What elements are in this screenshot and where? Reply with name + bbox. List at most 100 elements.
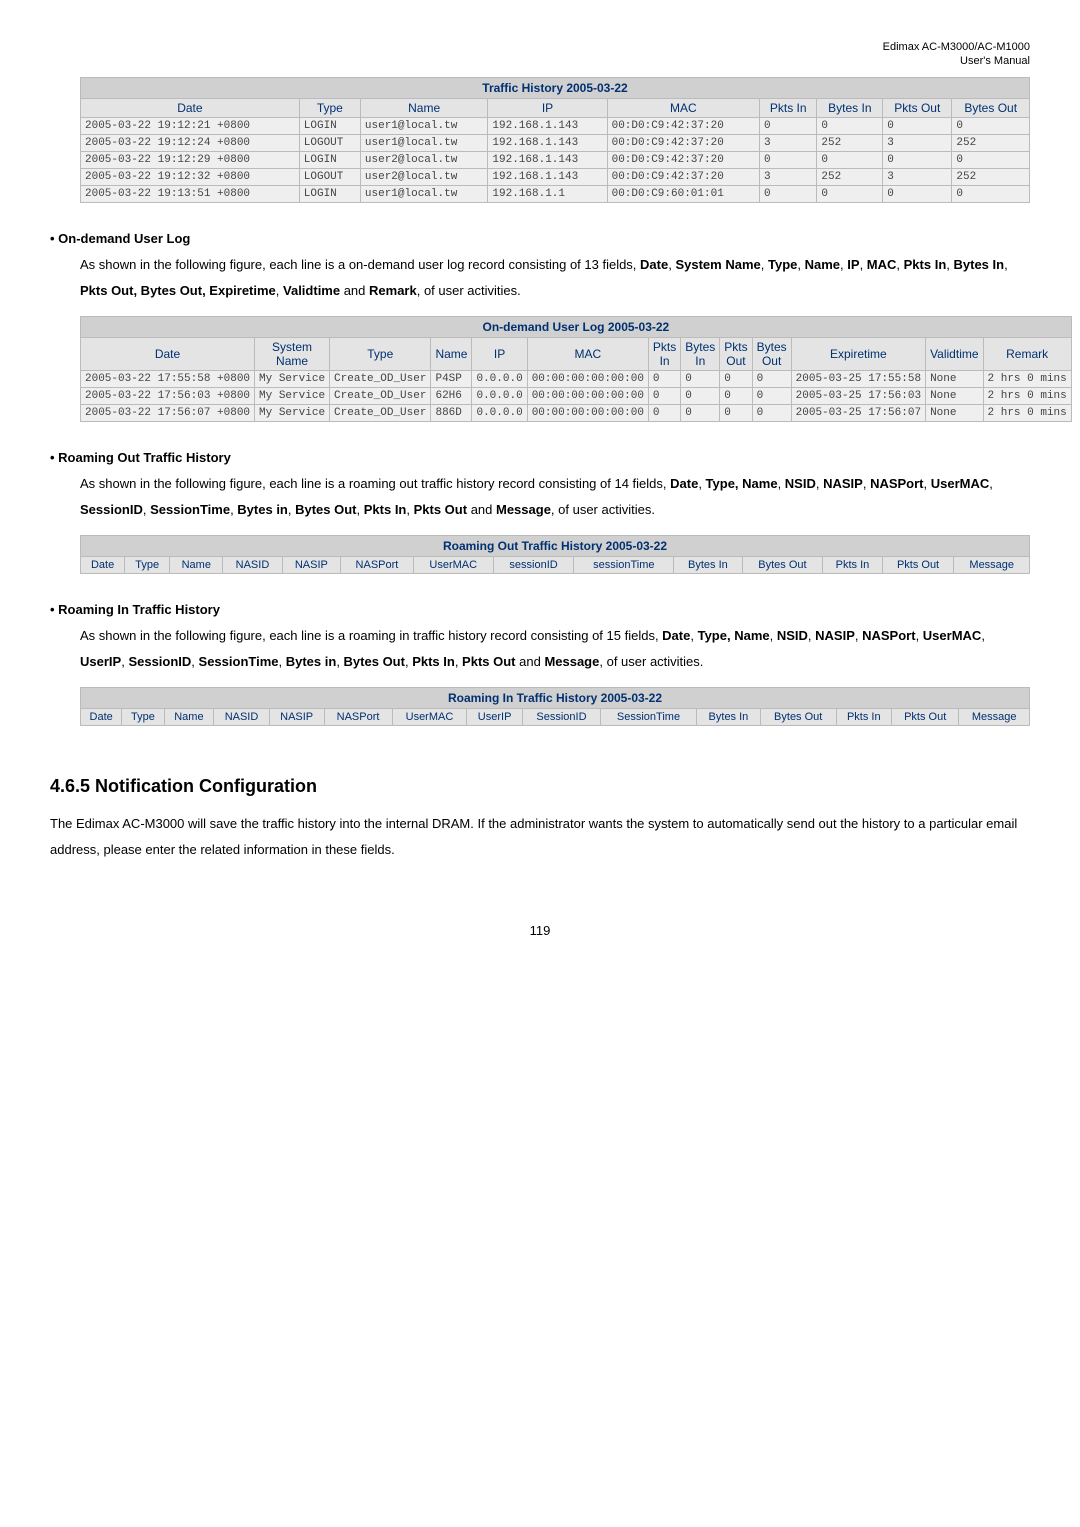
table-row: 2005-03-22 19:12:32 +0800LOGOUTuser2@loc… <box>81 168 1030 185</box>
column-header: Bytes In <box>817 98 883 117</box>
table-cell: LOGIN <box>299 117 360 134</box>
table-cell: None <box>926 387 983 404</box>
table-cell: 0.0.0.0 <box>472 370 527 387</box>
column-header: UserMAC <box>392 708 467 725</box>
column-header: Bytes Out <box>760 708 836 725</box>
table-cell: 0 <box>759 117 816 134</box>
table-cell: 00:00:00:00:00:00 <box>527 370 648 387</box>
column-header: IP <box>488 98 607 117</box>
roaming-in-caption: Roaming In Traffic History 2005-03-22 <box>80 687 1030 708</box>
table-cell: 0 <box>883 185 952 202</box>
column-header: Name <box>170 556 223 573</box>
notification-heading: 4.6.5 Notification Configuration <box>50 776 1030 797</box>
column-header: NASIP <box>269 708 324 725</box>
column-header: Type <box>299 98 360 117</box>
column-header: Date <box>81 708 122 725</box>
column-header: sessionTime <box>574 556 674 573</box>
column-header: Type <box>122 708 164 725</box>
table-cell: 192.168.1.1 <box>488 185 607 202</box>
table-cell: LOGIN <box>299 185 360 202</box>
table-cell: 0 <box>952 117 1030 134</box>
notification-body: The Edimax AC-M3000 will save the traffi… <box>50 811 1030 863</box>
column-header: Date <box>81 337 255 370</box>
table-cell: 0 <box>952 185 1030 202</box>
table-cell: user1@local.tw <box>360 134 488 151</box>
column-header: NASIP <box>282 556 340 573</box>
table-cell: user2@local.tw <box>360 151 488 168</box>
table-cell: 0 <box>720 404 752 421</box>
table-cell: 3 <box>759 134 816 151</box>
table-cell: 0 <box>817 185 883 202</box>
table-cell: 2005-03-22 19:12:24 +0800 <box>81 134 300 151</box>
column-header: UserMAC <box>413 556 493 573</box>
table-cell: LOGIN <box>299 151 360 168</box>
table-cell: 0 <box>752 370 791 387</box>
table-cell: 00:D0:C9:60:01:01 <box>607 185 759 202</box>
column-header: MAC <box>527 337 648 370</box>
column-header: Name <box>431 337 472 370</box>
column-header: MAC <box>607 98 759 117</box>
column-header: NASPort <box>341 556 414 573</box>
column-header: Pkts Out <box>720 337 752 370</box>
column-header: Bytes Out <box>742 556 823 573</box>
column-header: Name <box>360 98 488 117</box>
table-cell: 0 <box>681 387 720 404</box>
column-header: NASID <box>214 708 270 725</box>
table-cell: 0 <box>720 370 752 387</box>
table-cell: 0 <box>759 151 816 168</box>
table-cell: 2005-03-22 19:12:32 +0800 <box>81 168 300 185</box>
table-cell: Create_OD_User <box>330 370 431 387</box>
table-cell: 0.0.0.0 <box>472 404 527 421</box>
header-line1: Edimax AC-M3000/AC-M1000 <box>883 41 1030 53</box>
table-cell: user1@local.tw <box>360 185 488 202</box>
table-cell: 0 <box>681 370 720 387</box>
table-cell: user2@local.tw <box>360 168 488 185</box>
table-cell: 2005-03-25 17:55:58 <box>791 370 925 387</box>
column-header: UserIP <box>467 708 523 725</box>
table-cell: 0 <box>720 387 752 404</box>
column-header: Date <box>81 556 125 573</box>
roaming-out-table: Roaming Out Traffic History 2005-03-22 D… <box>80 535 1030 574</box>
column-header: Date <box>81 98 300 117</box>
table-cell: 0 <box>883 117 952 134</box>
column-header: SessionTime <box>601 708 697 725</box>
on-demand-table: On-demand User Log 2005-03-22 DateSystem… <box>80 316 1072 422</box>
column-header: Validtime <box>926 337 983 370</box>
table-cell: 0 <box>759 185 816 202</box>
column-header: Pkts Out <box>883 98 952 117</box>
table-cell: 2005-03-22 17:55:58 +0800 <box>81 370 255 387</box>
column-header: Bytes In <box>696 708 760 725</box>
table-cell: 00:00:00:00:00:00 <box>527 387 648 404</box>
column-header: System Name <box>255 337 330 370</box>
column-header: Bytes Out <box>952 98 1030 117</box>
column-header: NASPort <box>324 708 392 725</box>
table-cell: 2005-03-22 19:12:21 +0800 <box>81 117 300 134</box>
table-row: 2005-03-22 19:13:51 +0800LOGINuser1@loca… <box>81 185 1030 202</box>
table-cell: user1@local.tw <box>360 117 488 134</box>
column-header: NASID <box>223 556 282 573</box>
column-header: Pkts In <box>836 708 892 725</box>
table-cell: 2005-03-22 19:13:51 +0800 <box>81 185 300 202</box>
table-cell: 62H6 <box>431 387 472 404</box>
table-cell: 0 <box>752 387 791 404</box>
table-cell: 192.168.1.143 <box>488 151 607 168</box>
column-header: Remark <box>983 337 1071 370</box>
table-cell: My Service <box>255 370 330 387</box>
column-header: SessionID <box>522 708 600 725</box>
table-row: 2005-03-22 17:55:58 +0800My ServiceCreat… <box>81 370 1072 387</box>
table-cell: 2 hrs 0 mins <box>983 404 1071 421</box>
roaming-out-description: As shown in the following figure, each l… <box>80 471 1030 523</box>
column-header: sessionID <box>493 556 574 573</box>
table-cell: LOGOUT <box>299 134 360 151</box>
column-header: Bytes In <box>674 556 742 573</box>
column-header: Name <box>164 708 214 725</box>
table-cell: 0 <box>817 117 883 134</box>
table-row: 2005-03-22 19:12:29 +0800LOGINuser2@loca… <box>81 151 1030 168</box>
column-header: Message <box>959 708 1030 725</box>
table-cell: LOGOUT <box>299 168 360 185</box>
table-cell: Create_OD_User <box>330 404 431 421</box>
header-line2: User's Manual <box>960 55 1030 67</box>
table-cell: 00:D0:C9:42:37:20 <box>607 151 759 168</box>
table-cell: 2005-03-25 17:56:07 <box>791 404 925 421</box>
table-cell: 2005-03-25 17:56:03 <box>791 387 925 404</box>
